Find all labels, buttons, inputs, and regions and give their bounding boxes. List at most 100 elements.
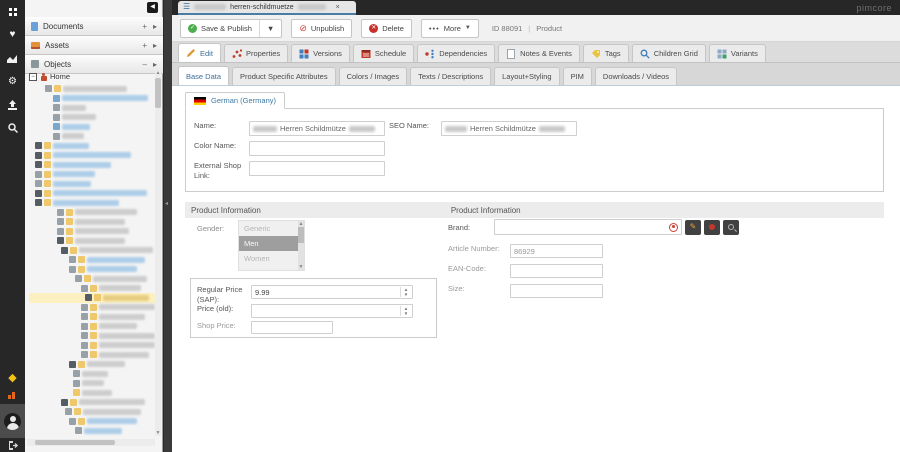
tree-row[interactable] — [29, 208, 155, 218]
gear-icon[interactable]: ⚙ — [0, 73, 25, 91]
scroll-down-icon[interactable]: ▼ — [298, 264, 304, 270]
search-brand-button[interactable] — [723, 220, 739, 235]
unpublish-button[interactable]: ⊘ Unpublish — [291, 19, 352, 38]
tree-row[interactable] — [29, 379, 155, 389]
color-name-input[interactable] — [249, 141, 385, 156]
tree-row[interactable] — [29, 274, 155, 284]
scroll-thumb[interactable] — [35, 440, 115, 445]
tree-row[interactable] — [29, 350, 155, 360]
tab-children-grid[interactable]: Children Grid — [632, 44, 706, 62]
tree-row[interactable] — [29, 303, 155, 313]
upload-icon[interactable] — [0, 96, 25, 114]
collapse-panel-button[interactable]: ◀ — [147, 2, 158, 13]
article-number-input[interactable]: 86929 — [510, 244, 603, 258]
close-tab-icon[interactable]: × — [336, 4, 340, 11]
tree-row[interactable] — [29, 122, 155, 132]
gender-option-women[interactable]: Women — [239, 251, 304, 266]
tree-row[interactable] — [29, 417, 155, 427]
tab-colors-images[interactable]: Colors / Images — [339, 67, 408, 85]
tree-row[interactable] — [29, 426, 155, 436]
save-options-dropdown[interactable]: ▼ — [259, 20, 281, 37]
tree-row[interactable] — [29, 236, 155, 246]
scroll-up-icon[interactable]: ▲ — [155, 70, 161, 76]
spinner-buttons[interactable]: ▲▼ — [400, 306, 411, 316]
tree-node-home[interactable]: − Home — [29, 72, 70, 81]
tree-row[interactable] — [29, 179, 155, 189]
tree-row[interactable] — [29, 132, 155, 142]
tree-row[interactable] — [29, 398, 155, 408]
chart-icon[interactable] — [0, 50, 25, 68]
tree-horizontal-scrollbar[interactable] — [27, 439, 155, 446]
tree-row[interactable] — [29, 284, 155, 294]
accordion-assets[interactable]: Assets +▸ — [25, 36, 163, 55]
tab-downloads-videos[interactable]: Downloads / Videos — [595, 67, 677, 85]
tree-row[interactable] — [29, 103, 155, 113]
tree-row[interactable] — [29, 198, 155, 208]
user-avatar[interactable] — [0, 404, 25, 438]
tree-row[interactable] — [29, 160, 155, 170]
tree-row[interactable] — [29, 227, 155, 237]
brand-relation-input[interactable] — [494, 219, 682, 235]
tab-layout-styling[interactable]: Layout+Styling — [494, 67, 559, 85]
tab-pim[interactable]: PIM — [563, 67, 592, 85]
tab-texts-descriptions[interactable]: Texts / Descriptions — [410, 67, 491, 85]
external-link-input[interactable] — [249, 161, 385, 176]
tree-row[interactable] — [29, 369, 155, 379]
tree-row[interactable] — [29, 113, 155, 123]
tree-row[interactable] — [29, 360, 155, 370]
tree-row[interactable] — [29, 293, 155, 303]
collapse-objects-button[interactable]: – — [143, 60, 147, 69]
regular-price-input[interactable]: 9.99 ▲▼ — [251, 285, 413, 299]
tree-row[interactable] — [29, 170, 155, 180]
tree-row[interactable] — [29, 141, 155, 151]
tree-row[interactable] — [29, 255, 155, 265]
ean-code-input[interactable] — [510, 264, 603, 278]
gender-option-men[interactable]: Men — [239, 236, 304, 251]
documents-arrow[interactable]: ▸ — [153, 22, 157, 31]
tab-menu-icon[interactable]: ☰ — [183, 3, 190, 11]
seo-name-input[interactable]: Herren Schildmütze — [441, 121, 577, 136]
scroll-down-icon[interactable]: ▼ — [155, 430, 161, 436]
tree-row[interactable] — [29, 312, 155, 322]
expander-icon[interactable]: − — [29, 73, 37, 81]
tab-tags[interactable]: Tags — [583, 44, 629, 62]
listbox-scrollbar[interactable]: ▲ ▼ — [298, 221, 304, 270]
gender-listbox[interactable]: Generic Men Women ▲ ▼ — [238, 220, 305, 271]
old-price-input[interactable]: ▲▼ — [251, 304, 413, 318]
tree-row[interactable] — [29, 94, 155, 104]
tree-row[interactable] — [29, 407, 155, 417]
diamond-icon[interactable]: ◆ — [0, 368, 25, 386]
tree-row[interactable] — [29, 341, 155, 351]
assets-arrow[interactable]: ▸ — [153, 41, 157, 50]
panel-splitter[interactable]: ◂ — [164, 0, 172, 452]
splitter-handle-icon[interactable]: ◂ — [165, 200, 168, 207]
tab-properties[interactable]: Properties — [224, 44, 288, 62]
tab-notes-events[interactable]: Notes & Events — [498, 44, 580, 62]
logout-button[interactable] — [0, 438, 25, 452]
more-button[interactable]: ••• More ▼ — [421, 19, 479, 38]
scroll-thumb[interactable] — [298, 227, 304, 243]
objects-arrow[interactable]: ▸ — [153, 60, 157, 69]
tree-row[interactable] — [29, 331, 155, 341]
document-tab[interactable]: ☰ herren-schildmuetze × — [178, 1, 356, 15]
tree-row[interactable] — [29, 265, 155, 275]
accordion-documents[interactable]: Documents +▸ — [25, 17, 163, 36]
tree-vertical-scrollbar[interactable]: ▲ ▼ — [155, 70, 161, 436]
tab-edit[interactable]: Edit — [178, 43, 221, 62]
tree-row[interactable] — [29, 217, 155, 227]
add-asset-button[interactable]: + — [142, 41, 147, 50]
tree-row[interactable] — [29, 189, 155, 199]
tab-base-data[interactable]: Base Data — [178, 66, 229, 85]
size-input[interactable] — [510, 284, 603, 298]
delete-button[interactable]: ✕ Delete — [361, 19, 412, 38]
tab-schedule[interactable]: Schedule — [353, 44, 414, 62]
scroll-thumb[interactable] — [155, 78, 161, 108]
clear-brand-button[interactable] — [704, 220, 720, 235]
tree-row[interactable] — [29, 246, 155, 256]
search-icon[interactable] — [0, 119, 25, 137]
gender-option-generic[interactable]: Generic — [239, 221, 304, 236]
name-input[interactable]: Herren Schildmütze — [249, 121, 385, 136]
tree-row[interactable] — [29, 151, 155, 161]
tab-dependencies[interactable]: Dependencies — [417, 44, 495, 62]
tree-row[interactable] — [29, 322, 155, 332]
